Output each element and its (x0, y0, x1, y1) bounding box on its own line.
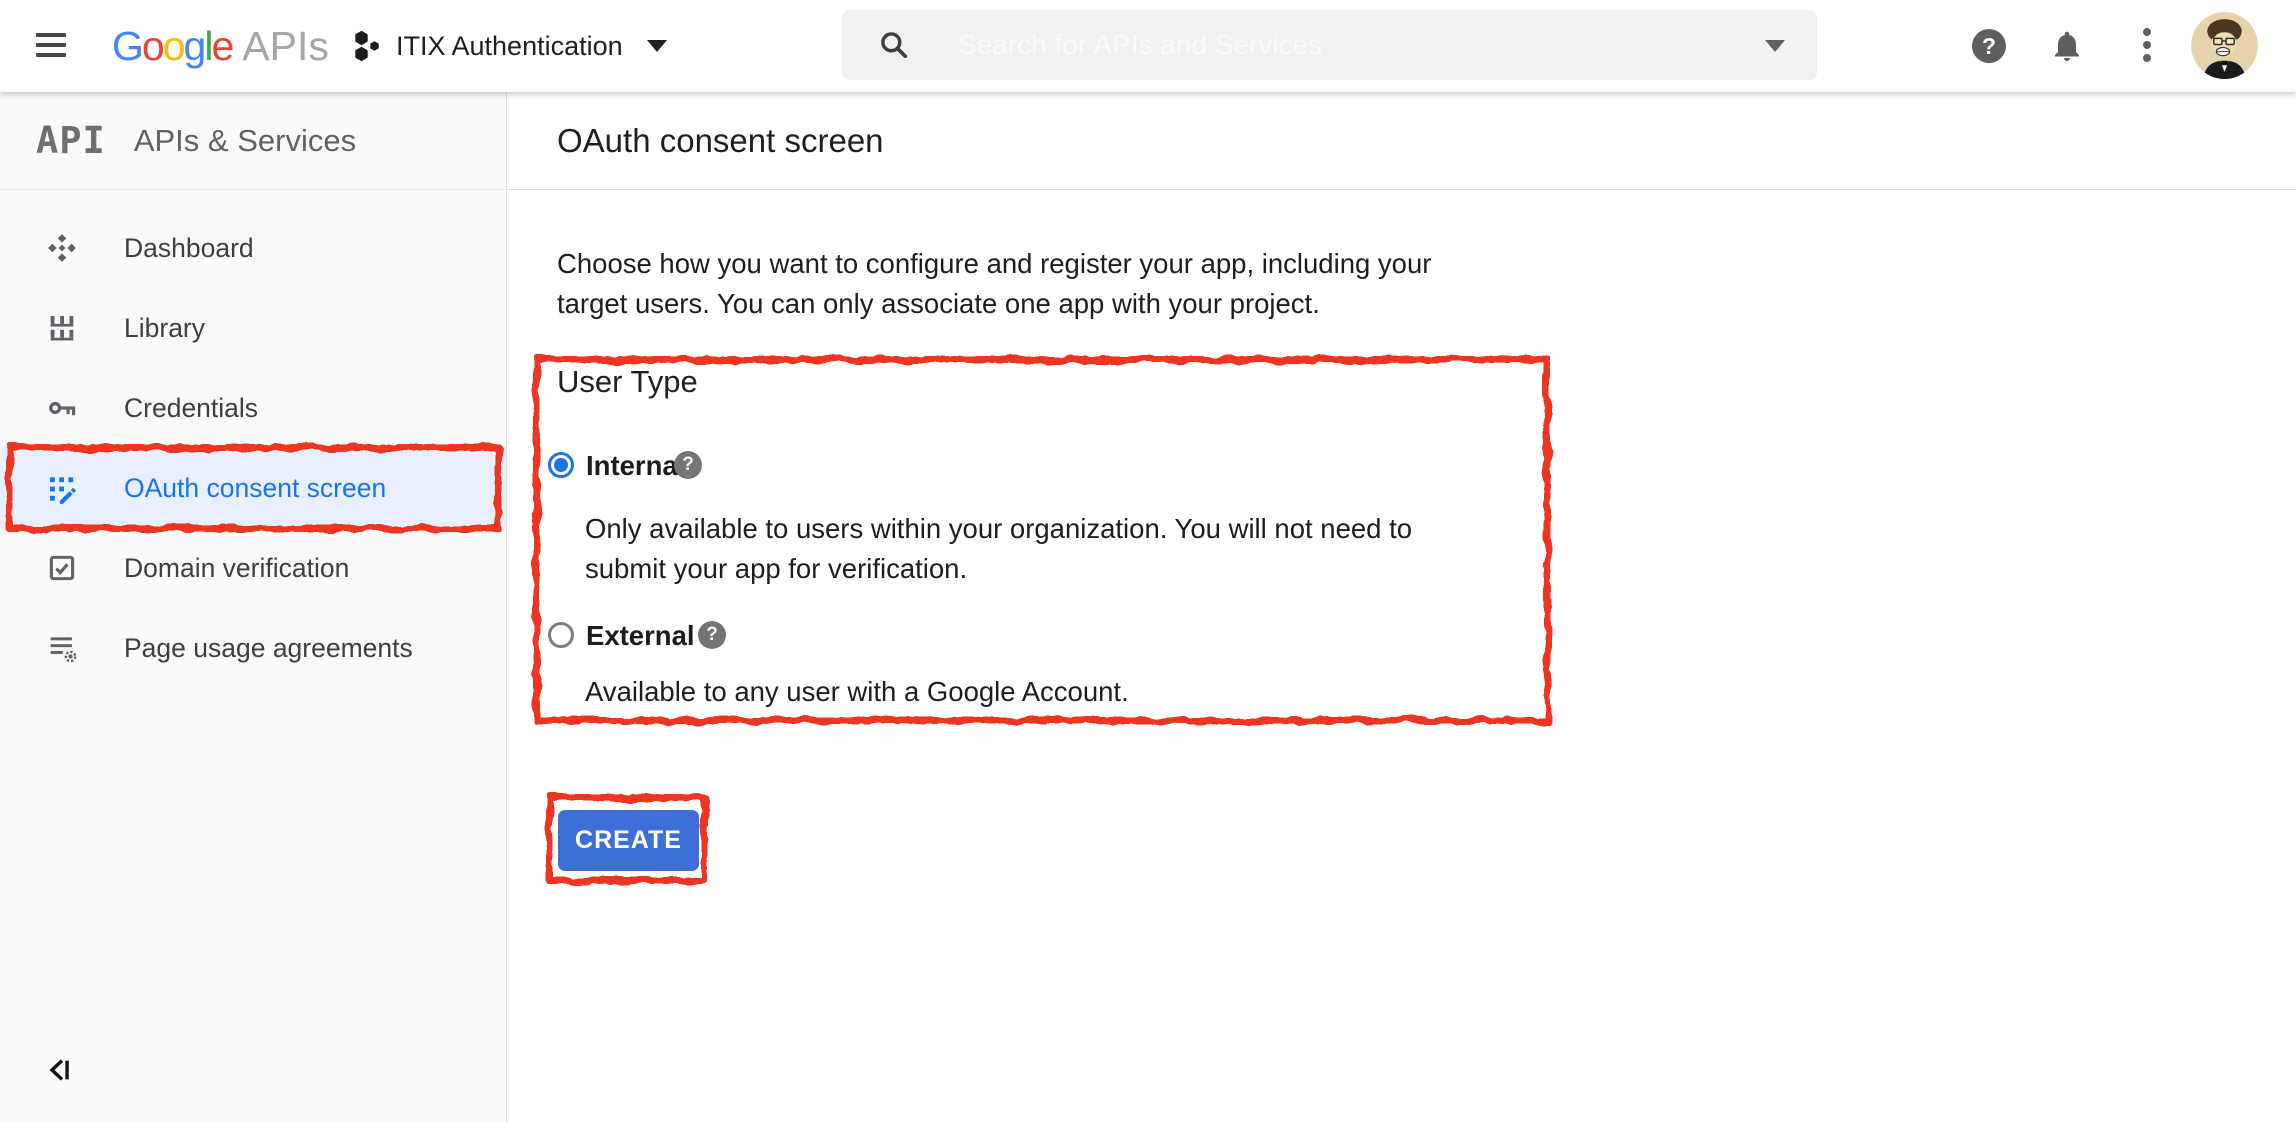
intro-text: Choose how you want to configure and reg… (557, 244, 1431, 324)
sidebar-item-label: Library (124, 313, 205, 344)
menu-icon[interactable] (36, 33, 66, 57)
key-icon (45, 391, 79, 425)
sidebar-item-credentials[interactable]: Credentials (0, 368, 506, 448)
internal-help-icon[interactable]: ? (674, 451, 702, 479)
help-button[interactable]: ? (1972, 29, 2006, 63)
search-input[interactable] (956, 28, 1580, 62)
project-name: ITIX Authentication (396, 31, 623, 62)
library-icon (45, 311, 79, 345)
search-bar (842, 10, 1817, 80)
logo-letter: o (163, 23, 184, 70)
content-header: OAuth consent screen (507, 92, 2296, 190)
intro-line: Choose how you want to configure and reg… (557, 244, 1431, 284)
page-title: OAuth consent screen (557, 122, 884, 160)
notifications-button[interactable] (2049, 27, 2085, 70)
sidebar-item-domain-verification[interactable]: Domain verification (0, 528, 506, 608)
google-apis-logo[interactable]: Google APIs (112, 0, 329, 92)
list-gear-icon (45, 631, 79, 665)
sidebar-item-label: OAuth consent screen (124, 473, 386, 504)
internal-description: Only available to users within your orga… (585, 509, 1412, 589)
logo-letter: l (204, 23, 211, 70)
logo-suffix: APIs (242, 23, 329, 70)
collapse-sidebar-button[interactable] (44, 1054, 76, 1091)
external-description: Available to any user with a Google Acco… (585, 672, 1129, 712)
sidebar: API APIs & Services Dashboard (0, 92, 507, 1122)
sidebar-item-dashboard[interactable]: Dashboard (0, 208, 506, 288)
dashboard-icon (45, 231, 79, 265)
radio-external[interactable] (548, 622, 574, 648)
chevron-down-icon (647, 40, 667, 52)
desc-line: Only available to users within your orga… (585, 509, 1412, 549)
project-hexagons-icon (352, 29, 382, 63)
radio-external-label[interactable]: External (586, 620, 695, 652)
sidebar-item-label: Domain verification (124, 553, 349, 584)
api-product-icon: API (36, 119, 106, 162)
sidebar-item-oauth-consent-screen[interactable]: OAuth consent screen (0, 448, 506, 528)
desc-line: Available to any user with a Google Acco… (585, 672, 1129, 712)
logo-letter: o (142, 23, 163, 70)
account-avatar[interactable] (2191, 12, 2258, 79)
logo-letter: G (112, 23, 142, 70)
search-icon (878, 29, 910, 61)
intro-line: target users. You can only associate one… (557, 284, 1431, 324)
top-app-bar: Google APIs ITIX Authentication ? (0, 0, 2296, 92)
project-selector[interactable]: ITIX Authentication (352, 0, 667, 92)
sidebar-item-library[interactable]: Library (0, 288, 506, 368)
radio-internal-label[interactable]: Internal (586, 450, 685, 482)
external-help-icon[interactable]: ? (698, 621, 726, 649)
radio-internal[interactable] (548, 452, 574, 478)
sidebar-item-label: Dashboard (124, 233, 254, 264)
create-button[interactable]: CREATE (558, 810, 699, 871)
consent-screen-icon (45, 471, 79, 505)
checkbox-icon (45, 551, 79, 585)
logo-letter: g (184, 23, 205, 70)
logo-letter: e (211, 23, 232, 70)
sidebar-item-label: Credentials (124, 393, 258, 424)
sidebar-header: API APIs & Services (0, 92, 506, 190)
bell-icon (2049, 27, 2085, 65)
sidebar-item-page-usage-agreements[interactable]: Page usage agreements (0, 608, 506, 688)
collapse-icon (44, 1054, 76, 1086)
sidebar-nav: Dashboard Library (0, 208, 506, 688)
overflow-menu-button[interactable] (2143, 28, 2151, 62)
sidebar-title: APIs & Services (134, 123, 356, 159)
desc-line: submit your app for verification. (585, 549, 1412, 589)
sidebar-item-label: Page usage agreements (124, 633, 413, 664)
search-options-chevron-icon[interactable] (1765, 40, 1785, 52)
gcp-console-page: Google APIs ITIX Authentication ? (0, 0, 2296, 1122)
main-content: OAuth consent screen Choose how you want… (507, 92, 2296, 1122)
user-type-heading: User Type (557, 364, 698, 400)
